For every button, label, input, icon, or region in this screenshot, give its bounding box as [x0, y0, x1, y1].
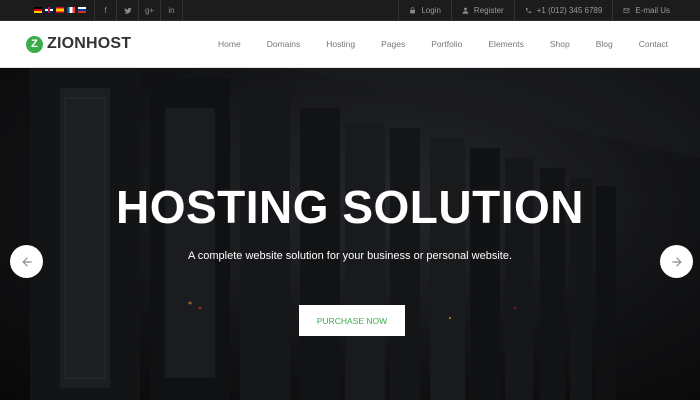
nav-item-home[interactable]: Home [218, 39, 241, 49]
slider-prev-button[interactable] [10, 245, 43, 278]
twitter-icon[interactable] [117, 0, 139, 21]
user-icon [462, 7, 469, 14]
spanish-flag-icon[interactable] [56, 7, 64, 13]
language-selector [0, 0, 86, 20]
slider-next-button[interactable] [660, 245, 693, 278]
lock-icon [410, 6, 416, 13]
nav-item-contact[interactable]: Contact [639, 39, 668, 49]
phone-number: +1 (012) 345 6789 [536, 5, 603, 15]
site-header: Z ZIONHOST Home Domains Hosting Pages Po… [0, 21, 700, 68]
nav-item-shop[interactable]: Shop [550, 39, 570, 49]
hero-overlay [0, 68, 700, 400]
google-plus-icon[interactable]: g+ [139, 0, 161, 21]
purchase-now-button[interactable]: PURCHASE NOW [299, 305, 405, 336]
english-flag-icon[interactable] [45, 7, 53, 13]
hero-title: HOSTING SOLUTION [116, 181, 584, 233]
hero-slider: HOSTING SOLUTION A complete website solu… [0, 68, 700, 400]
site-logo[interactable]: Z ZIONHOST [26, 35, 131, 53]
nav-item-portfolio[interactable]: Portfolio [431, 39, 462, 49]
arrow-right-icon [671, 256, 682, 267]
login-link[interactable]: Login [399, 0, 452, 20]
login-label: Login [421, 5, 441, 15]
email-link[interactable]: E-mail Us [613, 0, 700, 20]
logo-text: ZIONHOST [47, 35, 132, 52]
hero-subtitle: A complete website solution for your bus… [187, 250, 513, 262]
account-links: Login Register +1 (012) 345 6789 E-mail … [398, 0, 700, 20]
phone-link[interactable]: +1 (012) 345 6789 [515, 0, 614, 20]
nav-item-pages[interactable]: Pages [381, 39, 405, 49]
russian-flag-icon[interactable] [78, 7, 86, 13]
linkedin-icon[interactable]: in [161, 0, 183, 21]
nav-item-hosting[interactable]: Hosting [326, 39, 355, 49]
french-flag-icon[interactable] [67, 7, 75, 13]
arrow-left-icon [21, 256, 32, 267]
phone-icon [525, 7, 531, 13]
email-label: E-mail Us [635, 5, 670, 15]
envelope-icon [623, 7, 630, 13]
social-links: f g+ in [94, 0, 183, 21]
register-label: Register [473, 5, 504, 15]
register-link[interactable]: Register [452, 0, 515, 20]
logo-mark-icon: Z [26, 35, 43, 53]
nav-item-domains[interactable]: Domains [267, 39, 301, 49]
german-flag-icon[interactable] [34, 7, 42, 13]
nav-item-blog[interactable]: Blog [596, 39, 613, 49]
main-nav: Home Domains Hosting Pages Portfolio Ele… [218, 39, 700, 49]
top-bar: f g+ in Login Register +1 (012) 345 6789… [0, 0, 700, 21]
facebook-icon[interactable]: f [95, 0, 117, 21]
nav-item-elements[interactable]: Elements [488, 39, 523, 49]
